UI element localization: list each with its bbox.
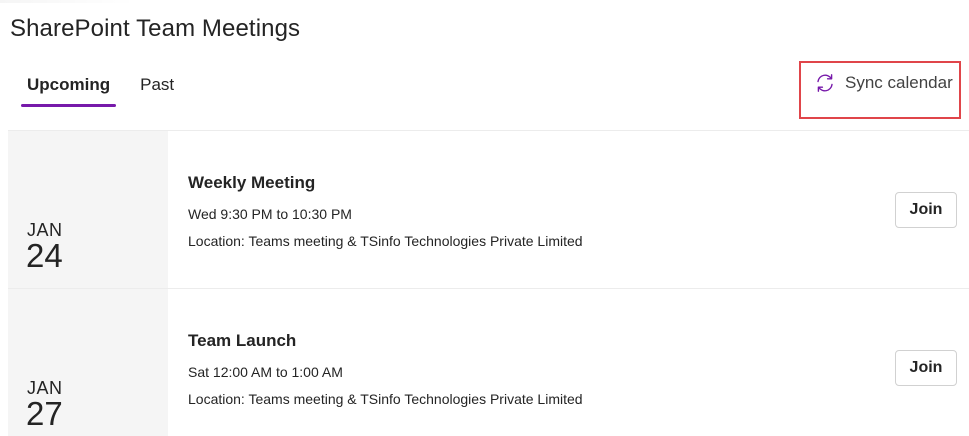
event-location: Location: Teams meeting & TSinfo Technol… [188,233,583,249]
join-button[interactable]: Join [895,350,957,386]
event-card: JAN 27 Team Launch Sat 12:00 AM to 1:00 … [8,289,969,436]
event-date-block: JAN 27 [8,289,168,436]
event-day: 24 [26,237,63,274]
sync-calendar-label: Sync calendar [845,73,953,92]
event-location: Location: Teams meeting & TSinfo Technol… [188,391,583,407]
tab-past[interactable]: Past [131,72,183,107]
top-shadow [0,0,136,3]
sync-calendar-button[interactable]: Sync calendar [814,72,953,94]
tab-upcoming[interactable]: Upcoming [18,72,119,107]
event-date-block: JAN 24 [8,131,168,288]
page: SharePoint Team Meetings Upcoming Past S… [0,0,969,436]
event-card: JAN 24 Weekly Meeting Wed 9:30 PM to 10:… [8,131,969,288]
sync-icon [814,72,836,94]
tab-bar: Upcoming Past [18,72,183,107]
event-title: Weekly Meeting [188,173,316,192]
event-time: Wed 9:30 PM to 10:30 PM [188,206,352,222]
page-title: SharePoint Team Meetings [10,15,301,42]
event-day: 27 [26,395,63,432]
tab-upcoming-label: Upcoming [27,75,111,94]
tab-past-label: Past [140,75,175,94]
join-button[interactable]: Join [895,192,957,228]
event-time: Sat 12:00 AM to 1:00 AM [188,364,343,380]
event-title: Team Launch [188,331,297,350]
